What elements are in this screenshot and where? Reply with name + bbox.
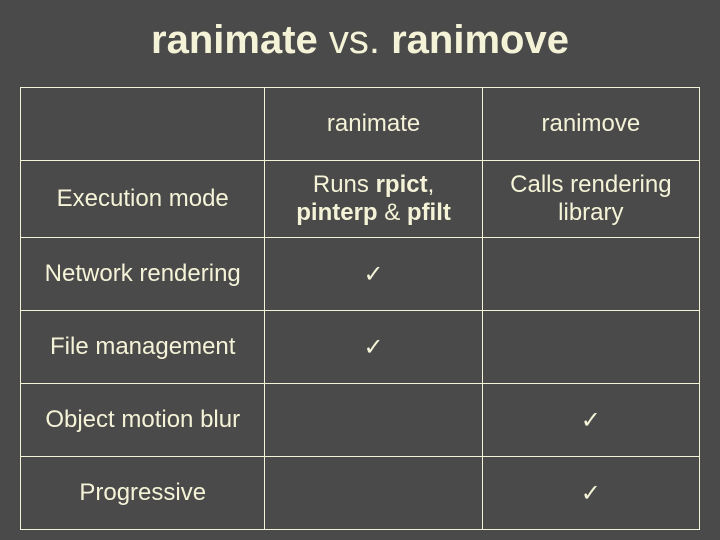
cell-check bbox=[482, 311, 699, 384]
cell-check bbox=[482, 238, 699, 311]
cell-check: ✓ bbox=[482, 457, 699, 530]
table-row: Progressive ✓ bbox=[21, 457, 700, 530]
title-vs: vs. bbox=[318, 18, 391, 62]
header-col2: ranimove bbox=[482, 88, 699, 161]
cell-check bbox=[265, 457, 482, 530]
header-col1: ranimate bbox=[265, 88, 482, 161]
slide-title: ranimate vs. ranimove bbox=[0, 0, 720, 87]
slide: ranimate vs. ranimove ranimate ranimove … bbox=[0, 0, 720, 540]
cell-execution-ranimove: Calls rendering library bbox=[482, 161, 699, 238]
comparison-table: ranimate ranimove Execution mode Runs rp… bbox=[20, 87, 700, 530]
text-bold: rpict bbox=[376, 171, 428, 198]
table-row: Execution mode Runs rpict, pinterp & pfi… bbox=[21, 161, 700, 238]
cell-check: ✓ bbox=[482, 384, 699, 457]
row-label: File management bbox=[21, 311, 265, 384]
text-bold: pfilt bbox=[407, 199, 451, 226]
title-part-a: ranimate bbox=[151, 18, 318, 62]
table-row: Network rendering ✓ bbox=[21, 238, 700, 311]
text: & bbox=[378, 199, 407, 226]
cell-check bbox=[265, 384, 482, 457]
table-row: Object motion blur ✓ bbox=[21, 384, 700, 457]
table-row: File management ✓ bbox=[21, 311, 700, 384]
table-header-row: ranimate ranimove bbox=[21, 88, 700, 161]
row-label: Progressive bbox=[21, 457, 265, 530]
text-bold: pinterp bbox=[296, 199, 377, 226]
row-label: Execution mode bbox=[21, 161, 265, 238]
title-part-b: ranimove bbox=[391, 18, 569, 62]
cell-execution-ranimate: Runs rpict, pinterp & pfilt bbox=[265, 161, 482, 238]
row-label: Network rendering bbox=[21, 238, 265, 311]
text: , bbox=[428, 171, 435, 198]
cell-check: ✓ bbox=[265, 311, 482, 384]
cell-check: ✓ bbox=[265, 238, 482, 311]
row-label: Object motion blur bbox=[21, 384, 265, 457]
text: Runs bbox=[313, 171, 376, 198]
header-blank bbox=[21, 88, 265, 161]
